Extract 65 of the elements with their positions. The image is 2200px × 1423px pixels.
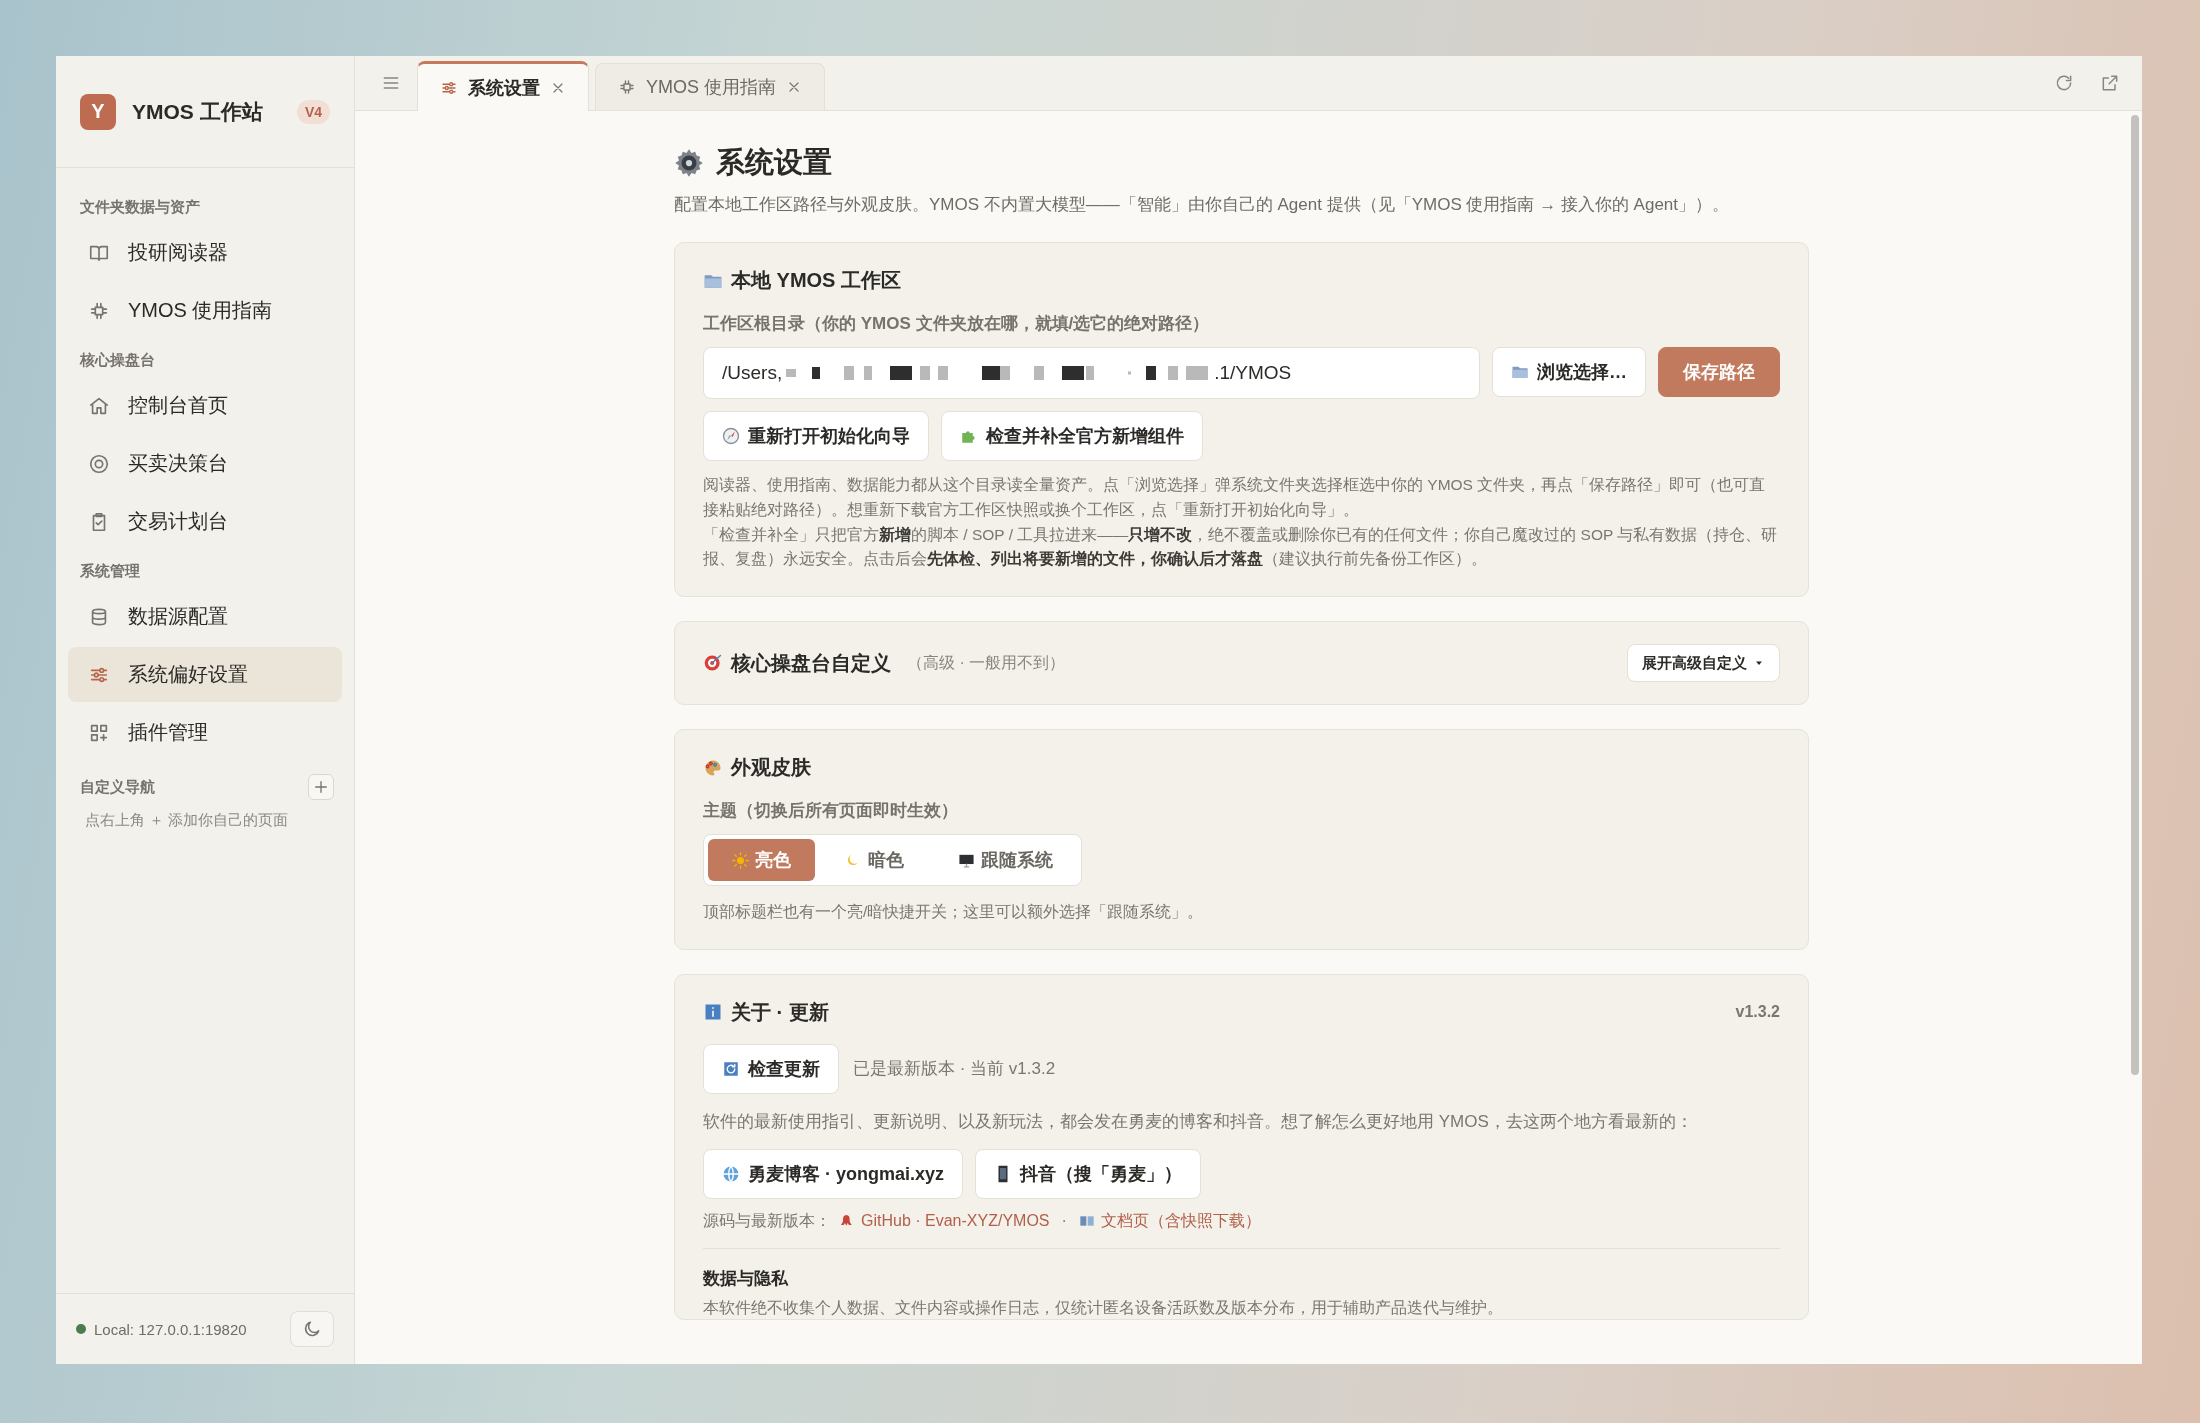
about-description: 软件的最新使用指引、更新说明、以及新玩法，都会发在勇麦的博客和抖音。想了解怎么更好地用 YMOS，去这两个地方看最新的：	[703, 1111, 1694, 1133]
field-label: 工作区根目录（你的 YMOS 文件夹放在哪，就填/选它的绝对路径）	[703, 313, 1211, 335]
app-name: YMOS 工作站	[132, 98, 264, 125]
field-label: 主题（切换后所有页面即时生效）	[703, 800, 959, 823]
page-subtitle: 配置本地工作区路径与外观皮肤。YMOS 不内置大模型——「智能」由你自己的 Agent 提供（见「YMOS 使用指南 → 接入你的 Agent」）。	[674, 194, 1731, 216]
compass-icon	[722, 427, 740, 445]
sun-icon	[732, 851, 749, 869]
refresh-icon	[722, 1060, 740, 1078]
help-text: 「检查并补全」只把官方新增的脚本 / SOP / 工具拉进来——只增不改，绝不覆盖或删除你已有的任何文件；你自己魔改过的 SOP 与私有数据（持仓、研报、复盘）永远安全。点击后会先体检、列出将要新增的文件，你确认后才落盘（建议执行前先备份工作区）。	[703, 524, 1779, 570]
link-button[interactable]: 勇麦博客 · yongmai.xyz	[703, 1149, 964, 1199]
sidebar-item[interactable]: 买卖决策台	[68, 436, 342, 491]
sidebar-item[interactable]: 交易计划台	[68, 494, 342, 549]
target-icon	[88, 452, 110, 475]
separator: ·	[1060, 1212, 1068, 1231]
sidebar-item[interactable]: YMOS 使用指南	[68, 283, 342, 338]
browse-button[interactable]: 浏览选择…	[1492, 347, 1646, 397]
privacy-heading: 数据与隐私	[703, 1268, 789, 1290]
action-button[interactable]: 重新打开初始化向导	[703, 411, 929, 461]
card-title: 外观皮肤	[731, 755, 811, 781]
theme-option[interactable]: 暗色	[821, 839, 928, 882]
status-dot	[76, 1324, 86, 1334]
section-heading: 文件夹数据与资产	[79, 197, 201, 217]
sidebar-item[interactable]: 数据源配置	[68, 589, 342, 644]
card-title: 关于 · 更新	[731, 1000, 829, 1025]
privacy-text: 本软件绝不收集个人数据、文件内容或操作日志，仅统计匿名设备活跃数及版本分布，用于辅助产品迭代与维护。	[703, 1298, 1504, 1318]
custom-nav-hint: 点右上角 ＋ 添加你自己的页面	[84, 810, 290, 830]
globe-icon	[722, 1165, 740, 1183]
source-link[interactable]: 文档页（含快照下载）	[1078, 1211, 1261, 1232]
link-button[interactable]: 抖音（搜「勇麦」）	[975, 1149, 1202, 1199]
external-link-icon	[2100, 73, 2120, 93]
section-heading: 系统管理	[79, 561, 141, 581]
tab[interactable]: 系统设置	[417, 61, 589, 111]
sidebar-item[interactable]: 系统偏好设置	[68, 647, 342, 702]
moon-icon	[302, 1319, 322, 1339]
tab[interactable]: YMOS 使用指南	[595, 63, 825, 110]
card-title: 本地 YMOS 工作区	[731, 268, 901, 293]
sidebar-item[interactable]: 插件管理	[68, 705, 342, 760]
page-title: 系统设置	[716, 145, 832, 180]
sidebar-item[interactable]: 控制台首页	[68, 378, 342, 433]
section-heading: 核心操盘台	[78, 350, 156, 370]
theme-option[interactable]: 跟随系统	[934, 839, 1077, 882]
source-label: 源码与最新版本：	[703, 1211, 831, 1231]
help-text: 顶部标题栏也有一个亮/暗快捷开关；这里可以额外选择「跟随系统」。	[703, 902, 1205, 923]
server-status: Local: 127.0.0.1:19820	[94, 1320, 248, 1338]
add-button[interactable]	[308, 773, 334, 800]
expand-dropdown-button[interactable]: 展开高级自定义	[1627, 644, 1780, 683]
chip-icon	[618, 78, 636, 96]
check-update-button[interactable]: 检查更新	[703, 1044, 839, 1094]
action-button[interactable]: 检查并补全官方新增组件	[941, 411, 1203, 461]
help-text: 阅读器、使用指南、数据能力都从这个目录读全量资产。点「浏览选择」弹系统文件夹选择框选中你的 YMOS 文件夹，再点「保存路径」即可（也可直接粘贴绝对路径）。想重新下载官方工作区快照或换个工作区，点「重新打开初始化向导」。	[703, 475, 1767, 520]
update-status: 已是最新版本 · 当前 v1.3.2	[853, 1058, 1056, 1081]
path-field[interactable]: /Users, .1/YMOS	[703, 347, 1480, 399]
info-icon	[703, 1002, 723, 1023]
version-badge: V4	[296, 99, 330, 124]
sidebar-item[interactable]: 投研阅读器	[68, 225, 342, 280]
card-title: 核心操盘台自定义	[731, 650, 891, 676]
gear-icon	[674, 148, 704, 178]
theme-toggle-button[interactable]	[290, 1311, 334, 1347]
version-label: v1.3.2	[1735, 1003, 1780, 1022]
section-heading: 自定义导航	[79, 777, 156, 797]
card-hint: （高级 · 一般用不到）	[907, 652, 1066, 673]
source-link[interactable]: GitHub · Evan-XYZ/YMOS	[839, 1212, 1050, 1231]
app-logo: Y	[80, 93, 116, 130]
reload-icon	[2054, 73, 2074, 93]
scrollbar-thumb[interactable]	[2131, 115, 2139, 1075]
